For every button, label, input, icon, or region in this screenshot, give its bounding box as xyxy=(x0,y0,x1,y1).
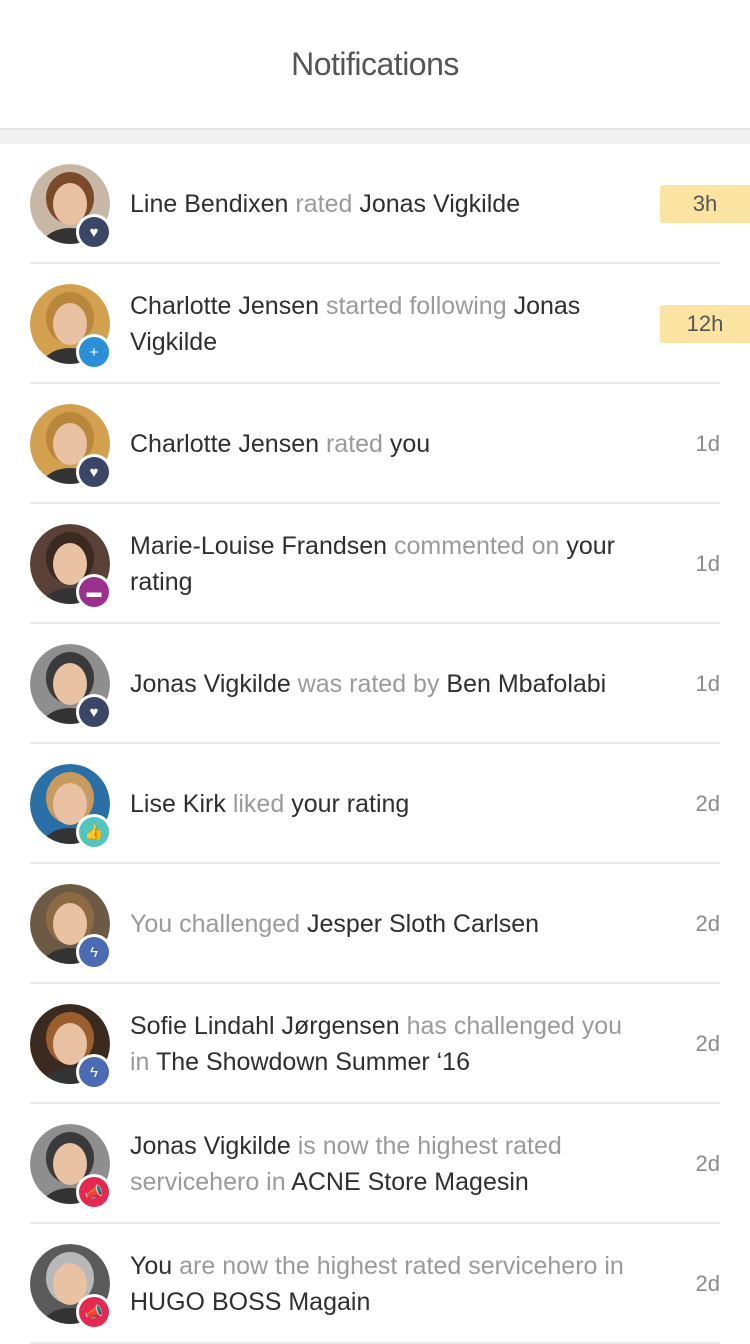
bolt-icon: ϟ xyxy=(76,934,112,970)
entity-name[interactable]: Jonas Vigkilde xyxy=(130,1132,291,1160)
avatar-wrapper[interactable]: ϟ xyxy=(30,884,112,970)
action-text: started following xyxy=(319,292,514,320)
entity-name[interactable]: Marie-Louise Frandsen xyxy=(130,532,387,560)
notification-row[interactable]: ϟ Sofie Lindahl Jørgensen has challenged … xyxy=(0,984,750,1104)
entity-name[interactable]: you xyxy=(390,430,430,458)
notification-row[interactable]: ♥ Charlotte Jensen rated you 1d xyxy=(0,384,750,504)
notification-text: Charlotte Jensen started following Jonas… xyxy=(130,288,630,360)
notification-text: You are now the highest rated serviceher… xyxy=(130,1248,630,1320)
timestamp: 12h xyxy=(660,305,750,343)
action-text: was rated by xyxy=(290,670,447,698)
entity-name[interactable]: You xyxy=(130,1252,172,1280)
notification-text: You challenged Jesper Sloth Carlsen xyxy=(130,906,630,942)
avatar-wrapper[interactable]: ϟ xyxy=(30,1004,112,1090)
entity-name[interactable]: HUGO BOSS Magain xyxy=(130,1288,370,1316)
notification-row[interactable]: 👍 Lise Kirk liked your rating 2d xyxy=(0,744,750,864)
megaphone-icon: 📣 xyxy=(76,1174,112,1210)
comment-icon: ▬ xyxy=(76,574,112,610)
timestamp: 2d xyxy=(695,1031,720,1056)
action-text: rated xyxy=(288,190,360,218)
entity-name[interactable]: your rating xyxy=(291,790,409,818)
timestamp: 1d xyxy=(695,551,720,576)
action-text: are now the highest rated servicehero in xyxy=(172,1252,624,1280)
timestamp: 1d xyxy=(695,431,720,456)
app-header: Notifications xyxy=(0,0,750,130)
notification-row[interactable]: + Charlotte Jensen started following Jona… xyxy=(0,264,750,384)
action-text: You challenged xyxy=(130,910,308,938)
notification-text: Sofie Lindahl Jørgensen has challenged y… xyxy=(130,1008,630,1080)
notification-text: Jonas Vigkilde is now the highest rated … xyxy=(130,1128,630,1200)
entity-name[interactable]: Charlotte Jensen xyxy=(130,430,319,458)
notification-list: ♥ Line Bendixen rated Jonas Vigkilde 3h + Ch… xyxy=(0,144,750,1344)
page-title: Notifications xyxy=(291,45,459,82)
timestamp: 2d xyxy=(695,1271,720,1296)
avatar-wrapper[interactable]: 📣 xyxy=(30,1244,112,1330)
action-text: rated xyxy=(319,430,390,458)
entity-name[interactable]: The Showdown Summer ‘16 xyxy=(156,1048,470,1076)
avatar-wrapper[interactable]: 📣 xyxy=(30,1124,112,1210)
avatar-wrapper[interactable]: ♥ xyxy=(30,164,112,250)
heart-icon: ♥ xyxy=(76,214,112,250)
action-text: commented on xyxy=(387,532,567,560)
notification-row[interactable]: ϟ You challenged Jesper Sloth Carlsen 2d xyxy=(0,864,750,984)
avatar-wrapper[interactable]: ♥ xyxy=(30,644,112,730)
timestamp: 1d xyxy=(695,671,720,696)
entity-name[interactable]: Jesper Sloth Carlsen xyxy=(307,910,539,938)
avatar-wrapper[interactable]: ▬ xyxy=(30,524,112,610)
notification-row[interactable]: ♥ Jonas Vigkilde was rated by Ben Mbafola… xyxy=(0,624,750,744)
entity-name[interactable]: ACNE Store Magesin xyxy=(291,1168,529,1196)
notification-text: Line Bendixen rated Jonas Vigkilde xyxy=(130,186,630,222)
entity-name[interactable]: Line Bendixen xyxy=(130,190,288,218)
header-divider xyxy=(0,130,750,144)
entity-name[interactable]: Ben Mbafolabi xyxy=(446,670,606,698)
avatar-wrapper[interactable]: 👍 xyxy=(30,764,112,850)
action-text: liked xyxy=(225,790,292,818)
notification-text: Marie-Louise Frandsen commented on your … xyxy=(130,528,630,600)
timestamp: 2d xyxy=(695,1151,720,1176)
heart-icon: ♥ xyxy=(76,694,112,730)
notification-row[interactable]: ♥ Line Bendixen rated Jonas Vigkilde 3h xyxy=(0,144,750,264)
timestamp: 3h xyxy=(660,185,750,223)
thumb-icon: 👍 xyxy=(76,814,112,850)
entity-name[interactable]: Charlotte Jensen xyxy=(130,292,319,320)
notification-row[interactable]: ▬ Marie-Louise Frandsen commented on your… xyxy=(0,504,750,624)
notification-row[interactable]: 📣 Jonas Vigkilde is now the highest rated… xyxy=(0,1104,750,1224)
notification-text: Charlotte Jensen rated you xyxy=(130,426,630,462)
timestamp: 2d xyxy=(695,791,720,816)
avatar-wrapper[interactable]: ♥ xyxy=(30,404,112,490)
avatar-wrapper[interactable]: + xyxy=(30,284,112,370)
entity-name[interactable]: Sofie Lindahl Jørgensen xyxy=(130,1012,400,1040)
notification-text: Jonas Vigkilde was rated by Ben Mbafolab… xyxy=(130,666,630,702)
entity-name[interactable]: Lise Kirk xyxy=(130,790,226,818)
plus-icon: + xyxy=(76,334,112,370)
bolt-icon: ϟ xyxy=(76,1054,112,1090)
timestamp: 2d xyxy=(695,911,720,936)
notification-row[interactable]: 📣 You are now the highest rated servicehe… xyxy=(0,1224,750,1344)
notification-text: Lise Kirk liked your rating xyxy=(130,786,630,822)
entity-name[interactable]: Jonas Vigkilde xyxy=(130,670,291,698)
entity-name[interactable]: Jonas Vigkilde xyxy=(359,190,520,218)
heart-icon: ♥ xyxy=(76,454,112,490)
